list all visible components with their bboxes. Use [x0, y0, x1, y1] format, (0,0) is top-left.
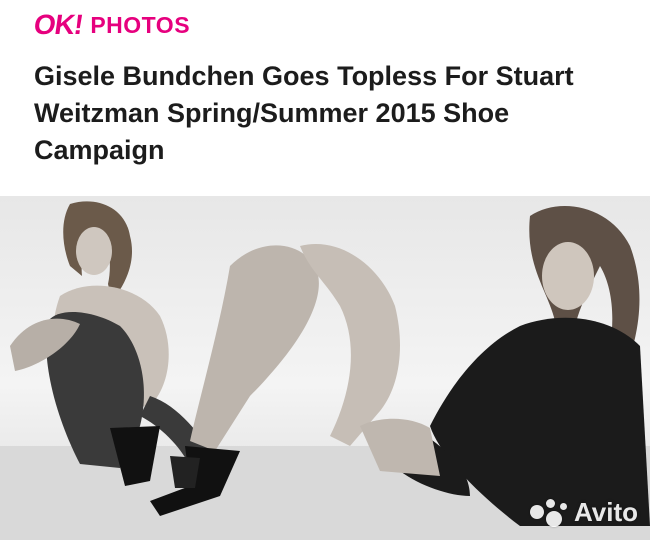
campaign-photo[interactable]: Avito [0, 196, 650, 540]
avito-watermark: Avito [529, 497, 638, 528]
avito-watermark-text: Avito [573, 497, 638, 527]
brand-bar: OK! PHOTOS [32, 9, 190, 40]
ok-logo[interactable]: OK! [32, 9, 85, 40]
section-label[interactable]: PHOTOS [90, 10, 190, 40]
avito-logo-icon [529, 498, 568, 527]
article-header: OK! PHOTOS Gisele Bundchen Goes Topless … [0, 0, 650, 196]
photo-illustration [0, 201, 650, 540]
article-headline: Gisele Bundchen Goes Topless For Stuart … [34, 61, 574, 165]
